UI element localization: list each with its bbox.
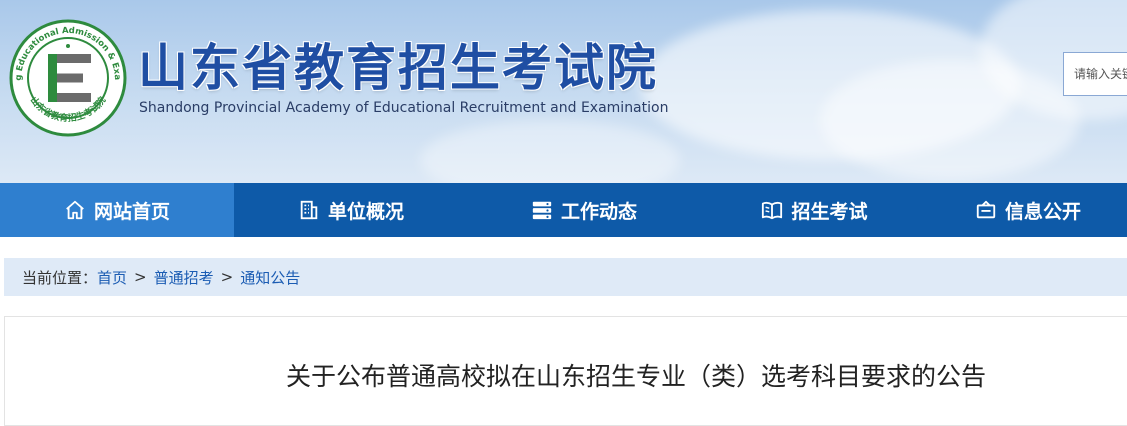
site-title: 山东省教育招生考试院 (138, 39, 658, 97)
breadcrumb-notice-link[interactable]: 通知公告 (240, 267, 300, 288)
nav-item-news[interactable]: 工作动态 (468, 183, 700, 237)
nav-item-label: 招生考试 (791, 200, 868, 223)
search-input[interactable] (1064, 53, 1127, 95)
site-header: Shandong Educational Admission & Examina… (0, 0, 1127, 183)
main-nav: 网站首页 单位概况 工作动态 招生考试 信息公开 (0, 183, 1127, 237)
search-box (1063, 52, 1127, 96)
building-icon (298, 199, 320, 221)
nav-item-label: 工作动态 (560, 200, 637, 223)
cloud-decoration (420, 120, 680, 183)
nav-item-label: 信息公开 (1004, 200, 1081, 223)
article-title: 关于公布普通高校拟在山东招生专业（类）选考科目要求的公告 (286, 362, 987, 391)
nav-item-home[interactable]: 网站首页 (0, 183, 234, 237)
open-book-icon (761, 199, 783, 221)
article-container: 关于公布普通高校拟在山东招生专业（类）选考科目要求的公告 (4, 316, 1127, 426)
breadcrumb: 当前位置： 首页 > 普通招考 > 通知公告 (4, 258, 1127, 296)
site-subtitle: Shandong Provincial Academy of Education… (139, 100, 669, 116)
home-icon (64, 199, 86, 221)
breadcrumb-home-link[interactable]: 首页 (97, 267, 127, 288)
nav-item-label: 单位概况 (327, 200, 404, 223)
breadcrumb-separator: > (134, 268, 147, 286)
nav-item-overview[interactable]: 单位概况 (234, 183, 468, 237)
breadcrumb-prefix: 当前位置： (22, 268, 98, 287)
nav-item-admission[interactable]: 招生考试 (700, 183, 929, 237)
academy-logo[interactable]: Shandong Educational Admission & Examina… (8, 18, 128, 138)
server-list-icon (531, 199, 553, 221)
nav-item-info[interactable]: 信息公开 (929, 183, 1127, 237)
nav-item-label: 网站首页 (93, 200, 170, 223)
breadcrumb-exam-link[interactable]: 普通招考 (154, 267, 214, 288)
breadcrumb-separator: > (220, 268, 234, 286)
info-box-icon (975, 199, 997, 221)
